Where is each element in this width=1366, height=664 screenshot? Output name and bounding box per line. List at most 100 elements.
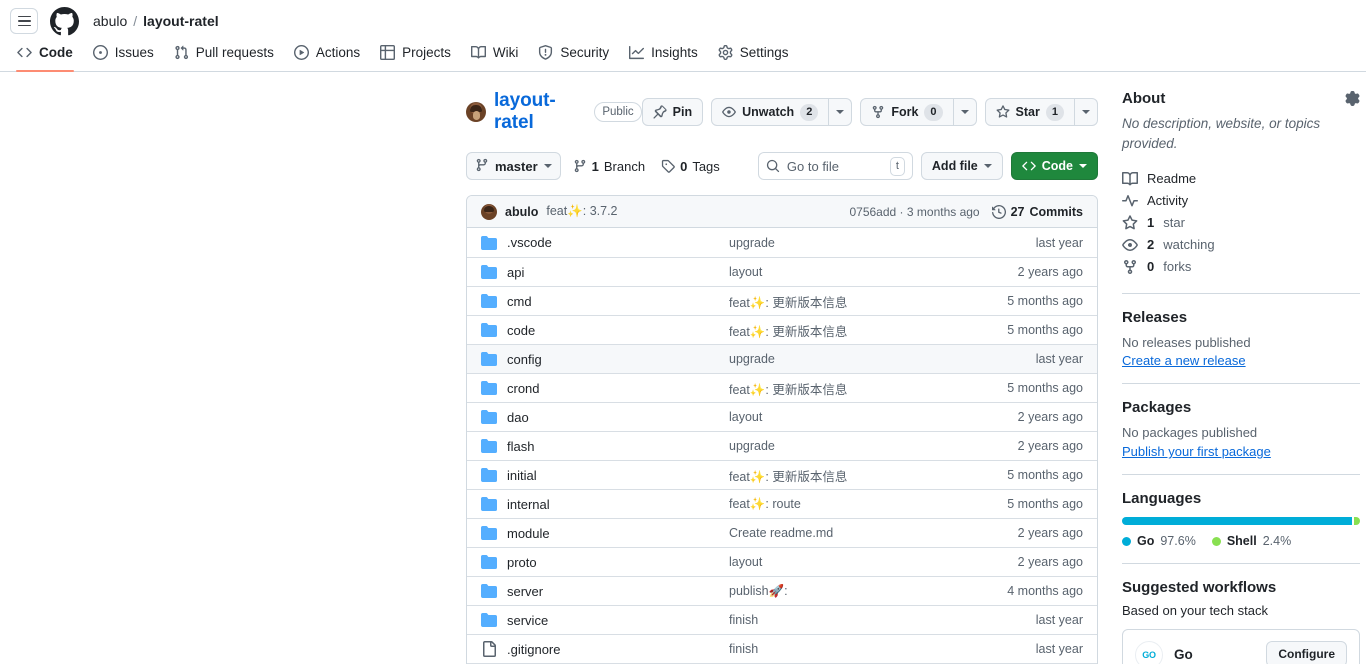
breadcrumb-repo[interactable]: layout-ratel <box>143 13 218 29</box>
language-bar-segment[interactable] <box>1354 517 1360 526</box>
table-row[interactable]: proto layout 2 years ago <box>467 547 1097 576</box>
fork-button[interactable]: Fork 0 <box>860 98 954 126</box>
language-legend-item[interactable]: Go 97.6% <box>1122 534 1196 548</box>
file-name-link[interactable]: server <box>507 584 543 599</box>
chevron-down-icon <box>960 110 969 114</box>
watch-dropdown-button[interactable] <box>829 98 853 126</box>
table-row[interactable]: .gitignore finish last year <box>467 634 1097 663</box>
commit-author-avatar[interactable] <box>481 203 497 220</box>
tab-actions[interactable]: Actions <box>285 41 369 71</box>
tab-security[interactable]: Security <box>529 41 618 71</box>
file-commit-message[interactable]: publish🚀: <box>729 584 983 599</box>
tags-count-link[interactable]: 0 Tags <box>657 159 724 174</box>
file-name-link[interactable]: proto <box>507 555 537 570</box>
create-release-link[interactable]: Create a new release <box>1122 353 1360 368</box>
table-row[interactable]: initial feat✨: 更新版本信息 5 months ago <box>467 460 1097 489</box>
tab-insights[interactable]: Insights <box>620 41 707 71</box>
commit-message[interactable]: feat✨: 3.7.2 <box>546 204 617 219</box>
table-row[interactable]: crond feat✨: 更新版本信息 5 months ago <box>467 373 1097 402</box>
file-commit-message[interactable]: layout <box>729 555 983 569</box>
gear-icon[interactable] <box>1345 91 1360 106</box>
file-commit-message[interactable]: upgrade <box>729 439 983 453</box>
tab-projects[interactable]: Projects <box>371 41 460 71</box>
table-row[interactable]: config upgrade last year <box>467 344 1097 373</box>
file-name-link[interactable]: code <box>507 323 535 338</box>
file-name-link[interactable]: api <box>507 265 524 280</box>
configure-button[interactable]: Configure <box>1266 641 1347 664</box>
branch-selector[interactable]: master <box>466 152 561 180</box>
search-input[interactable] <box>786 158 882 174</box>
file-name-link[interactable]: internal <box>507 497 550 512</box>
owner-avatar[interactable] <box>466 102 486 122</box>
file-commit-message[interactable]: finish <box>729 613 983 627</box>
file-commit-message[interactable]: upgrade <box>729 236 983 250</box>
eye-icon <box>1122 237 1138 253</box>
publish-package-link[interactable]: Publish your first package <box>1122 444 1360 459</box>
file-name-link[interactable]: dao <box>507 410 529 425</box>
tab-settings[interactable]: Settings <box>709 41 798 71</box>
table-row[interactable]: code feat✨: 更新版本信息 5 months ago <box>467 315 1097 344</box>
table-row[interactable]: module Create readme.md 2 years ago <box>467 518 1097 547</box>
file-name-link[interactable]: cmd <box>507 294 532 309</box>
star-dropdown-button[interactable] <box>1075 98 1098 126</box>
about-activity-link[interactable]: Activity <box>1122 190 1360 212</box>
about-watching-link[interactable]: 2 watching <box>1122 234 1360 256</box>
commit-author[interactable]: abulo <box>505 205 538 219</box>
workflow-card-go[interactable]: GO Go Configure Build a Go project. <box>1122 629 1360 664</box>
file-name-link[interactable]: .gitignore <box>507 642 560 657</box>
file-commit-time: last year <box>1035 235 1083 250</box>
table-row[interactable]: internal feat✨: route 5 months ago <box>467 489 1097 518</box>
file-commit-message[interactable]: feat✨: 更新版本信息 <box>729 466 983 485</box>
table-row[interactable]: cmd feat✨: 更新版本信息 5 months ago <box>467 286 1097 315</box>
file-name-link[interactable]: initial <box>507 468 537 483</box>
file-commit-message[interactable]: Create readme.md <box>729 526 983 540</box>
pin-button[interactable]: Pin <box>641 98 704 126</box>
table-row[interactable]: flash upgrade 2 years ago <box>467 431 1097 460</box>
table-row[interactable]: .vscode upgrade last year <box>467 228 1097 257</box>
languages-title: Languages <box>1122 490 1202 508</box>
file-commit-message[interactable]: layout <box>729 410 983 424</box>
table-row[interactable]: dao layout 2 years ago <box>467 402 1097 431</box>
file-commit-message[interactable]: upgrade <box>729 352 983 366</box>
file-commit-message[interactable]: finish <box>729 642 983 656</box>
table-row[interactable]: api layout 2 years ago <box>467 257 1097 286</box>
file-name-link[interactable]: crond <box>507 381 540 396</box>
github-logo-icon[interactable] <box>50 6 79 36</box>
breadcrumb-owner[interactable]: abulo <box>93 13 127 29</box>
tab-pull-requests[interactable]: Pull requests <box>165 41 283 71</box>
commit-sha[interactable]: 0756add <box>849 205 896 219</box>
file-name-link[interactable]: module <box>507 526 550 541</box>
add-file-button[interactable]: Add file <box>920 152 1003 180</box>
star-button[interactable]: Star 1 <box>984 98 1075 126</box>
file-commit-message[interactable]: feat✨: 更新版本信息 <box>729 379 983 398</box>
file-name-link[interactable]: flash <box>507 439 534 454</box>
page-title[interactable]: layout-ratel <box>494 90 586 134</box>
language-legend: Go 97.6% Shell 2.4% <box>1122 534 1360 548</box>
file-commit-message[interactable]: feat✨: route <box>729 497 983 512</box>
file-commit-message[interactable]: feat✨: 更新版本信息 <box>729 292 983 311</box>
language-legend-item[interactable]: Shell 2.4% <box>1211 534 1291 548</box>
branches-count-link[interactable]: 1 Branch <box>569 159 649 174</box>
watch-button[interactable]: Unwatch 2 <box>711 98 830 126</box>
table-row[interactable]: server publish🚀: 4 months ago <box>467 576 1097 605</box>
fork-dropdown-button[interactable] <box>953 98 977 126</box>
file-name-link[interactable]: service <box>507 613 548 628</box>
table-row[interactable]: service finish last year <box>467 605 1097 634</box>
file-name-link[interactable]: config <box>507 352 542 367</box>
about-forks-link[interactable]: 0 forks <box>1122 256 1360 278</box>
commits-history-link[interactable]: 27 Commits <box>991 204 1083 219</box>
packages-empty-text: No packages published <box>1122 425 1258 441</box>
file-commit-message[interactable]: layout <box>729 265 983 279</box>
pin-icon <box>653 105 667 119</box>
about-readme-link[interactable]: Readme <box>1122 168 1360 190</box>
go-to-file-search[interactable]: t <box>757 152 913 180</box>
language-bar-segment[interactable] <box>1122 517 1353 526</box>
file-commit-message[interactable]: feat✨: 更新版本信息 <box>729 321 983 340</box>
tab-code[interactable]: Code <box>8 41 82 72</box>
about-stars-link[interactable]: 1 star <box>1122 212 1360 234</box>
tab-issues[interactable]: Issues <box>84 41 163 71</box>
code-button[interactable]: Code <box>1010 152 1098 180</box>
hamburger-menu-button[interactable] <box>10 8 38 34</box>
tab-wiki[interactable]: Wiki <box>462 41 528 71</box>
file-name-link[interactable]: .vscode <box>507 235 552 250</box>
